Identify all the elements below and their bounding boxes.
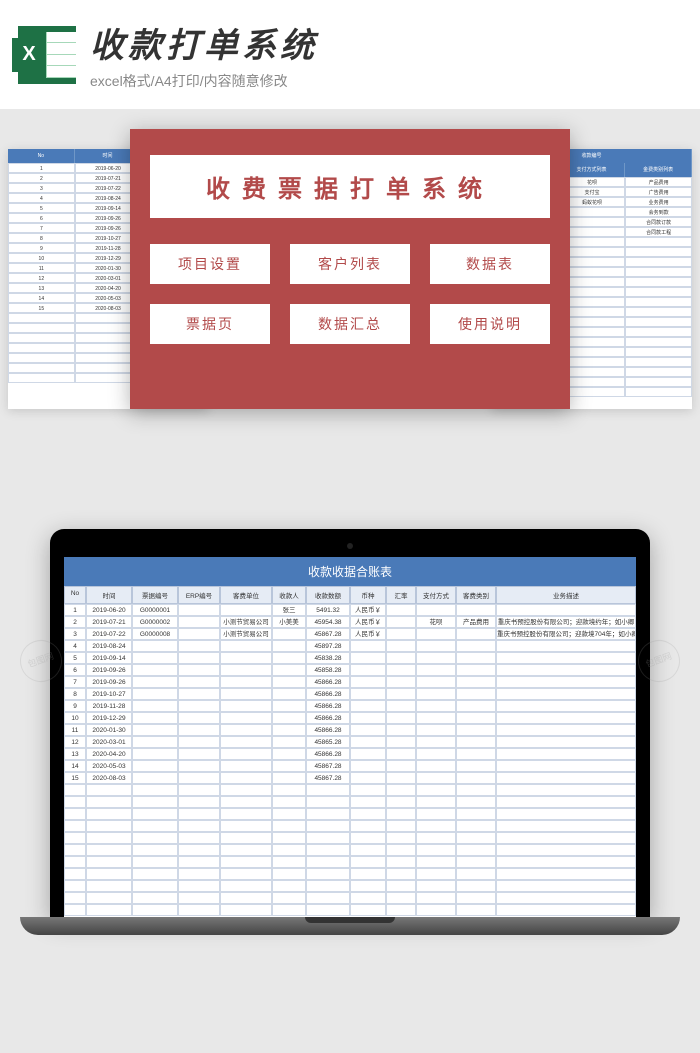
customer-list-button[interactable]: 客户列表 (290, 244, 410, 284)
table-row (64, 832, 636, 844)
table-row: 62019-09-2645858.28 (64, 664, 636, 676)
table-row: 52019-09-1445838.28 (64, 652, 636, 664)
excel-file-icon: X (18, 26, 76, 84)
col-header: 收款数额 (306, 586, 350, 604)
title-block: 收款打单系统 excel格式/A4打印/内容随意修改 (90, 18, 680, 91)
table-row: 122020-03-0145865.28 (64, 736, 636, 748)
table-row (64, 784, 636, 796)
table-row (64, 904, 636, 916)
table-row (64, 868, 636, 880)
col-header: 支付方式 (416, 586, 456, 604)
page-title: 收款打单系统 (90, 18, 680, 67)
table-row: 132020-04-2045866.28 (64, 748, 636, 760)
table-row: 82019-10-2745866.28 (64, 688, 636, 700)
table-row: 152020-08-0345867.28 (64, 772, 636, 784)
table-row (64, 844, 636, 856)
col-header: ERP编号 (178, 586, 220, 604)
button-row-1: 项目设置 客户列表 数据表 (150, 244, 550, 284)
col-header: 客费类别 (456, 586, 496, 604)
table-row: 22019-07-21G0000002小测节贸易公司小美美45954.38人民币… (64, 616, 636, 628)
spreadsheet-title: 收款收据合账表 (64, 557, 636, 586)
col-header: No (64, 586, 86, 604)
col-header: 票据编号 (132, 586, 178, 604)
col-header: 时间 (86, 586, 132, 604)
col-header: 汇率 (386, 586, 416, 604)
table-row (64, 796, 636, 808)
table-row: 12019-06-20G0000001张三5491.32人民币￥ (64, 604, 636, 616)
table-row: 32019-07-22G0000008小测节贸易公司45867.28人民币￥重庆… (64, 628, 636, 640)
table-row: 112020-01-3045866.28 (64, 724, 636, 736)
spreadsheet-body: 12019-06-20G0000001张三5491.32人民币￥22019-07… (64, 604, 636, 916)
table-row (64, 820, 636, 832)
header: X 收款打单系统 excel格式/A4打印/内容随意修改 (0, 0, 700, 109)
table-row: 92019-11-2845866.28 (64, 700, 636, 712)
camera-icon (347, 543, 353, 549)
receipt-page-button[interactable]: 票据页 (150, 304, 270, 344)
table-row: 142020-05-0345867.28 (64, 760, 636, 772)
col-header: 客费单位 (220, 586, 272, 604)
table-row (64, 808, 636, 820)
main-menu-panel: 收费票据打单系统 项目设置 客户列表 数据表 票据页 数据汇总 使用说明 (130, 129, 570, 409)
laptop-screen: 收款收据合账表 No时间票据编号ERP编号客费单位收款人收款数额币种汇率支付方式… (64, 557, 636, 917)
excel-x-badge: X (12, 38, 46, 72)
col-header: 业务描述 (496, 586, 636, 604)
instructions-button[interactable]: 使用说明 (430, 304, 550, 344)
col-header: No (8, 149, 75, 163)
col-header: 币种 (350, 586, 386, 604)
project-settings-button[interactable]: 项目设置 (150, 244, 270, 284)
showcase-stage: No时间票据编号 12019-06-20G000000122019-07-21G… (0, 129, 700, 469)
laptop-base (20, 917, 680, 935)
spreadsheet-header: No时间票据编号ERP编号客费单位收款人收款数额币种汇率支付方式客费类别业务描述 (64, 586, 636, 604)
table-row (64, 880, 636, 892)
col-header: 金费类别列表 (625, 163, 692, 177)
data-table-button[interactable]: 数据表 (430, 244, 550, 284)
panel-title: 收费票据打单系统 (150, 155, 550, 218)
data-summary-button[interactable]: 数据汇总 (290, 304, 410, 344)
table-row (64, 892, 636, 904)
table-row: 42019-08-2445897.28 (64, 640, 636, 652)
col-header: 收款人 (272, 586, 306, 604)
table-row: 102019-12-2945866.28 (64, 712, 636, 724)
laptop-frame: 收款收据合账表 No时间票据编号ERP编号客费单位收款人收款数额币种汇率支付方式… (50, 529, 650, 917)
table-row: 72019-09-2645866.28 (64, 676, 636, 688)
table-row (64, 856, 636, 868)
laptop-preview: 收款收据合账表 No时间票据编号ERP编号客费单位收款人收款数额币种汇率支付方式… (0, 529, 700, 969)
page-subtitle: excel格式/A4打印/内容随意修改 (90, 71, 680, 91)
button-row-2: 票据页 数据汇总 使用说明 (150, 304, 550, 344)
